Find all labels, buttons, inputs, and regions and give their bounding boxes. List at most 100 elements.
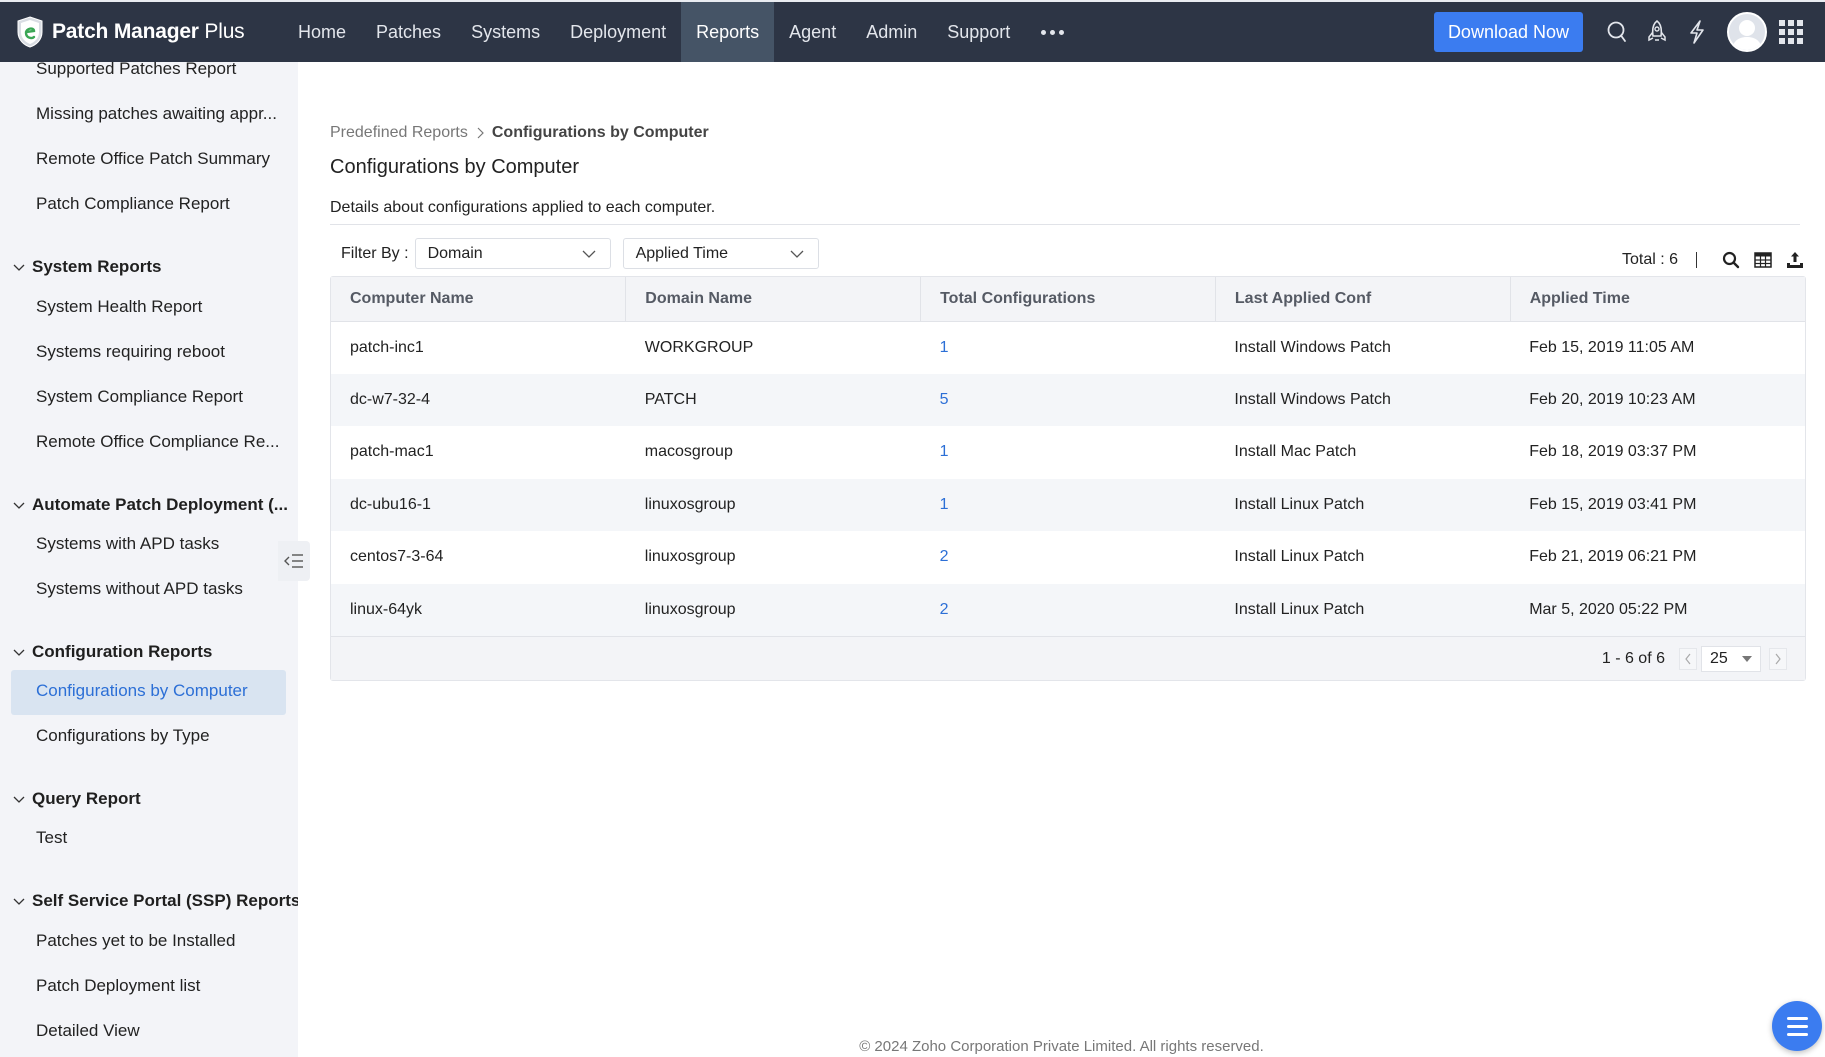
top-navigation-bar: Patch Manager Plus Home Patches Systems … <box>0 0 1825 62</box>
sidebar-section-query-report[interactable]: Query Report <box>12 789 141 809</box>
sidebar-item-detailed-view[interactable]: Detailed View <box>36 1021 140 1041</box>
cell-computer-name: centos7-3-64 <box>331 531 626 584</box>
lightning-icon[interactable] <box>1677 12 1717 52</box>
rocket-icon[interactable] <box>1637 12 1677 52</box>
collapse-sidebar-icon[interactable] <box>278 541 310 581</box>
total-configurations-link[interactable]: 5 <box>940 391 949 408</box>
sidebar-item-systems-with-apd-tasks[interactable]: Systems with APD tasks <box>36 534 219 554</box>
cell-applied-time: Mar 5, 2020 05:22 PM <box>1510 583 1805 636</box>
total-configurations-link[interactable]: 1 <box>940 443 949 460</box>
table-row: patch-mac1 macosgroup 1 Install Mac Patc… <box>331 426 1805 479</box>
domain-filter-dropdown[interactable]: Domain <box>414 238 611 269</box>
page-description: Details about configurations applied to … <box>330 199 716 216</box>
report-content: Predefined Reports Configurations by Com… <box>298 62 1825 1057</box>
sidebar-item-remote-office-patch-summary[interactable]: Remote Office Patch Summary <box>36 149 270 169</box>
page-size-select[interactable]: 25 <box>1701 645 1761 672</box>
total-count: Total : 6 <box>1621 251 1678 268</box>
sidebar-item-configurations-by-type[interactable]: Configurations by Type <box>36 726 210 746</box>
nav-home[interactable]: Home <box>283 2 361 62</box>
toolbar-separator <box>1696 252 1697 268</box>
avatar[interactable] <box>1727 12 1767 52</box>
column-chooser-icon[interactable] <box>1751 248 1775 272</box>
pagination-bar: 1 - 6 of 6 25 <box>331 636 1805 680</box>
page-title: Configurations by Computer <box>330 156 580 178</box>
column-header-applied-time[interactable]: Applied Time <box>1510 277 1805 322</box>
total-configurations-link[interactable]: 1 <box>940 339 949 356</box>
nav-deployment[interactable]: Deployment <box>555 2 681 62</box>
cell-computer-name: dc-w7-32-4 <box>331 373 626 426</box>
sidebar-item-system-compliance-report[interactable]: System Compliance Report <box>36 387 243 407</box>
sidebar-section-self-service-portal-reports[interactable]: Self Service Portal (SSP) Reports <box>12 891 298 911</box>
sidebar-item-configurations-by-computer[interactable]: Configurations by Computer <box>36 681 248 701</box>
sidebar-item-systems-without-apd-tasks[interactable]: Systems without APD tasks <box>36 579 243 599</box>
breadcrumb-current: Configurations by Computer <box>491 124 709 141</box>
total-configurations-link[interactable]: 2 <box>940 548 949 565</box>
filter-by-label: Filter By : <box>341 244 409 262</box>
applied-time-filter-dropdown[interactable]: Applied Time <box>622 238 819 269</box>
cell-domain-name: macosgroup <box>625 426 921 479</box>
download-now-button[interactable]: Download Now <box>1433 12 1583 52</box>
cell-last-applied-conf: Install Windows Patch <box>1215 321 1511 374</box>
sidebar-item-systems-requiring-reboot[interactable]: Systems requiring reboot <box>36 342 225 362</box>
chevron-down-icon <box>13 264 25 271</box>
nav-systems[interactable]: Systems <box>456 2 555 62</box>
cell-last-applied-conf: Install Linux Patch <box>1215 531 1511 584</box>
brand[interactable]: Patch Manager Plus <box>0 2 283 62</box>
filter-bar: Filter By : Domain Applied Time <box>330 238 831 269</box>
more-horizontal-icon[interactable] <box>1025 2 1080 62</box>
page-size-value: 25 <box>1710 649 1728 667</box>
caret-down-icon <box>1742 655 1752 662</box>
sidebar-item-patch-compliance-report[interactable]: Patch Compliance Report <box>36 194 230 214</box>
table-row: centos7-3-64 linuxosgroup 2 Install Linu… <box>331 531 1805 584</box>
sidebar-item-remote-office-compliance-report[interactable]: Remote Office Compliance Re... <box>36 432 279 452</box>
chevron-down-icon <box>13 649 25 656</box>
column-header-total-configurations[interactable]: Total Configurations <box>920 277 1216 322</box>
sidebar-item-patch-deployment-list[interactable]: Patch Deployment list <box>36 976 200 996</box>
sidebar-item-test[interactable]: Test <box>36 828 67 848</box>
sidebar-item-supported-patches-report[interactable]: Supported Patches Report <box>36 62 236 79</box>
sidebar-section-system-reports[interactable]: System Reports <box>12 257 161 277</box>
table-row: patch-inc1 WORKGROUP 1 Install Windows P… <box>331 321 1805 374</box>
table-row: dc-ubu16-1 linuxosgroup 1 Install Linux … <box>331 478 1805 531</box>
cell-computer-name: patch-inc1 <box>331 321 626 374</box>
quick-menu-button[interactable] <box>1772 1001 1822 1051</box>
nav-support[interactable]: Support <box>932 2 1025 62</box>
nav-agent[interactable]: Agent <box>774 2 851 62</box>
table-toolbar: Total : 6 <box>1622 248 1807 272</box>
nav-reports[interactable]: Reports <box>681 2 775 62</box>
column-header-domain-name[interactable]: Domain Name <box>625 277 922 322</box>
chevron-down-icon <box>790 250 804 258</box>
sidebar-item-patches-yet-to-be-installed[interactable]: Patches yet to be Installed <box>36 931 235 951</box>
domain-filter-value: Domain <box>427 244 483 262</box>
total-configurations-link[interactable]: 1 <box>940 496 949 513</box>
app-name: Patch Manager Plus <box>52 20 245 43</box>
sidebar-item-system-health-report[interactable]: System Health Report <box>36 297 202 317</box>
cell-domain-name: PATCH <box>625 373 921 426</box>
column-header-computer-name[interactable]: Computer Name <box>331 277 627 322</box>
search-icon[interactable] <box>1719 248 1743 272</box>
cell-domain-name: linuxosgroup <box>625 531 921 584</box>
configurations-table: Computer Name Domain Name Total Configur… <box>330 276 1806 681</box>
column-header-last-applied-conf[interactable]: Last Applied Conf <box>1215 277 1511 322</box>
cell-domain-name: linuxosgroup <box>625 583 921 636</box>
previous-page-button[interactable] <box>1679 647 1697 670</box>
search-icon[interactable] <box>1597 12 1637 52</box>
table-row: linux-64yk linuxosgroup 2 Install Linux … <box>331 583 1805 636</box>
cell-computer-name: linux-64yk <box>331 583 626 636</box>
cell-applied-time: Feb 15, 2019 03:41 PM <box>1510 478 1805 531</box>
sidebar-item-missing-patches-awaiting-approval[interactable]: Missing patches awaiting appr... <box>36 104 277 124</box>
nav-patches[interactable]: Patches <box>361 2 456 62</box>
total-configurations-link[interactable]: 2 <box>940 601 949 618</box>
breadcrumb-predefined-reports[interactable]: Predefined Reports <box>330 124 468 142</box>
sidebar-section-automate-patch-deployment[interactable]: Automate Patch Deployment (... <box>12 495 288 515</box>
cell-total-configurations: 1 <box>920 478 1216 531</box>
chevron-down-icon <box>13 796 25 803</box>
cell-last-applied-conf: Install Linux Patch <box>1215 583 1511 636</box>
nav-admin[interactable]: Admin <box>851 2 932 62</box>
export-icon[interactable] <box>1783 248 1807 272</box>
next-page-button[interactable] <box>1769 647 1787 670</box>
sidebar-section-configuration-reports[interactable]: Configuration Reports <box>12 642 212 662</box>
cell-applied-time: Feb 21, 2019 06:21 PM <box>1510 531 1805 584</box>
menu-icon-bar <box>1786 1024 1808 1028</box>
apps-grid-icon[interactable] <box>1779 20 1803 44</box>
